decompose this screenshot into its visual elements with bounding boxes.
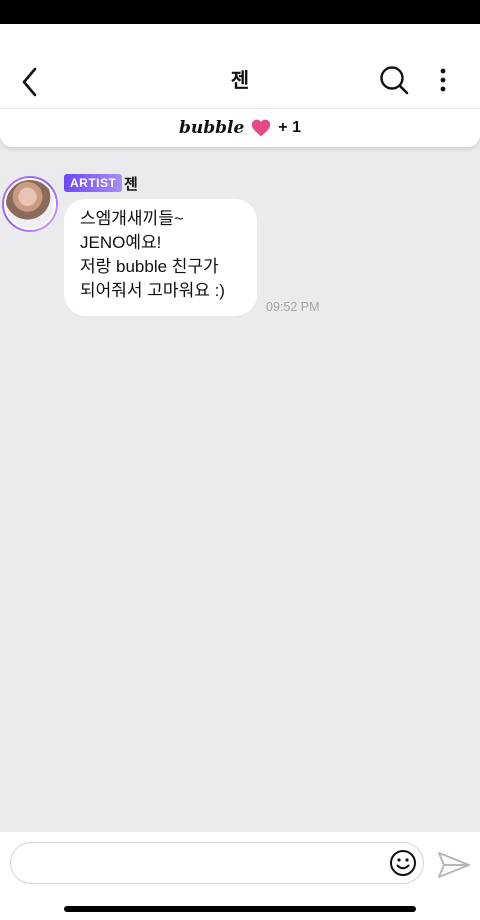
- heart-icon: [252, 119, 271, 137]
- avatar-photo: [4, 178, 56, 230]
- message-line: 저랑 bubble 친구가: [80, 257, 219, 276]
- composer-bar: [0, 832, 480, 920]
- message-line: 되어줘서 고마워요 :): [80, 281, 225, 300]
- status-bar: [0, 0, 480, 24]
- chat-header: 젠: [0, 24, 480, 108]
- smiley-icon[interactable]: [389, 849, 417, 877]
- message-input[interactable]: [25, 845, 389, 883]
- message-line: JENO예요!: [80, 233, 162, 252]
- chat-screen: 젠 bubble + 1 ARTIST 젠 스엠개새끼들~ JENO예요! 저랑: [0, 24, 480, 920]
- sender-name: 젠: [124, 176, 138, 193]
- artist-badge: ARTIST: [64, 174, 123, 192]
- more-options-button[interactable]: [426, 60, 460, 100]
- more-vertical-icon: [440, 68, 446, 92]
- bubble-brand-label: bubble: [179, 118, 245, 138]
- bubble-count: + 1: [278, 119, 301, 136]
- bubble-subscription-bar[interactable]: bubble + 1: [0, 108, 480, 147]
- message-bubble[interactable]: 스엠개새끼들~ JENO예요! 저랑 bubble 친구가 되어줘서 고마워요 …: [64, 199, 257, 316]
- home-indicator: [64, 906, 416, 912]
- search-button[interactable]: [374, 60, 414, 100]
- message-line: 스엠개새끼들~: [80, 209, 184, 228]
- search-icon: [380, 66, 409, 95]
- artist-avatar[interactable]: [2, 176, 58, 232]
- message-input-box[interactable]: [10, 842, 424, 884]
- message-timestamp: 09:52 PM: [266, 300, 320, 314]
- send-icon[interactable]: [436, 850, 472, 880]
